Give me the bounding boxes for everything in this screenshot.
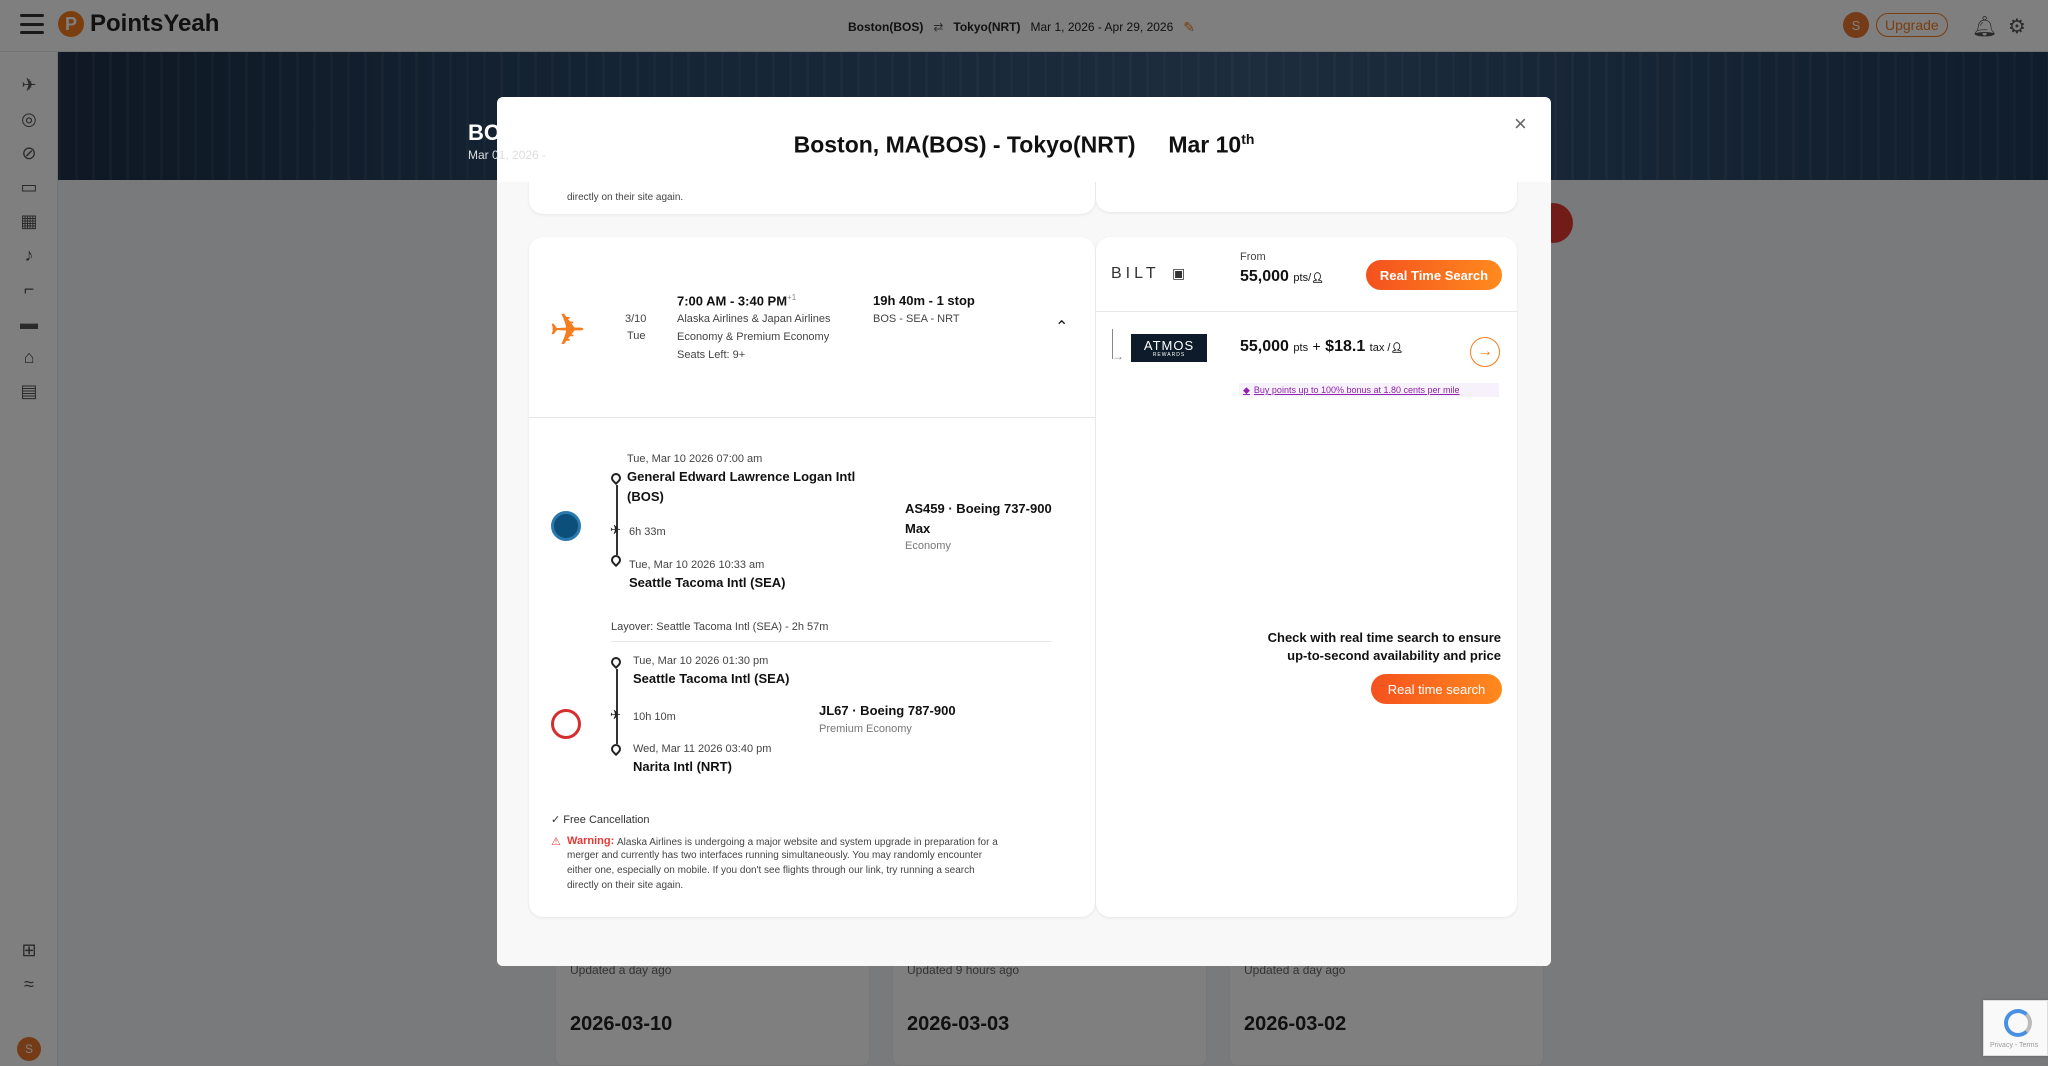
person-icon: 👤︎ (1390, 343, 1404, 354)
layover-divider (611, 641, 1051, 642)
arrival-pin-icon (608, 552, 624, 568)
bilt-points: 55,000 pts/👤︎ (1240, 268, 1324, 286)
flight-cabin: Economy & Premium Economy (677, 331, 830, 343)
flight-airlines: Alaska Airlines & Japan Airlines (677, 313, 831, 325)
segment-1-arr-airport: Seattle Tacoma Intl (SEA) (629, 575, 786, 590)
japan-airlines-logo-icon (551, 709, 581, 739)
bilt-mark-icon: ▣ (1172, 265, 1186, 281)
segment-1-dep-code: (BOS) (627, 489, 664, 504)
airplane-icon: ✈︎ (549, 306, 586, 355)
segment-2-cabin: Premium Economy (819, 723, 912, 735)
flight-duration: 19h 40m - 1 stop (873, 293, 975, 308)
top-fragment: directly on their site again. (567, 192, 684, 203)
bilt-points-unit: pts/ (1293, 272, 1312, 284)
segment-1-aircraft-extra: Max (905, 521, 931, 536)
alaska-airlines-logo-icon (551, 511, 581, 541)
recaptcha-text: Privacy - Terms (1990, 1042, 2039, 1049)
recaptcha-icon (2004, 1009, 2032, 1037)
segment-2-arr-airport: Narita Intl (NRT) (633, 759, 732, 774)
layover-info: Layover: Seattle Tacoma Intl (SEA) - 2h … (611, 621, 829, 633)
segment-plane-icon: ✈︎ (610, 522, 621, 537)
atmos-name: ATMOS (1143, 337, 1195, 353)
previous-flight-card: directly on their site again. (529, 182, 1095, 214)
hero-subtitle: Mar 01, 2026 - (468, 148, 547, 162)
atmos-points-value: 55,000 (1240, 338, 1289, 355)
free-cancellation-text: Free Cancellation (563, 814, 650, 826)
segment-2-flight: JL67 · Boeing 787-900 (819, 703, 956, 718)
arrow-right-icon[interactable]: → (1470, 337, 1500, 367)
modal-date-suffix: th (1241, 131, 1255, 147)
card-divider (529, 417, 1095, 418)
modal-body: directly on their site again. ✈︎ 3/10 Tu… (497, 182, 1551, 966)
atmos-tax-unit: tax / (1369, 342, 1391, 354)
arrival-pin-icon (608, 741, 624, 757)
chevron-up-icon[interactable]: ⌃ (1055, 317, 1068, 337)
free-cancellation: ✓ Free Cancellation (551, 813, 650, 826)
segment-2-dep-time: Tue, Mar 10 2026 01:30 pm (633, 655, 769, 667)
atmos-rewards-logo: ATMOS REWARDS (1131, 334, 1207, 362)
price-divider (1096, 311, 1517, 312)
from-label: From (1240, 251, 1266, 263)
warning-line-4: directly on their site again. (567, 880, 684, 891)
modal-route: Boston, MA(BOS) - Tokyo(NRT) (793, 131, 1136, 158)
modal-title: Boston, MA(BOS) - Tokyo(NRT) Mar 10th (497, 131, 1551, 159)
promo-text: Buy points up to 100% bonus at 1.80 cent… (1253, 385, 1460, 395)
plus-sign: + (1312, 338, 1321, 354)
price-card: BILT ▣ From 55,000 pts/👤︎ Real Time Sear… (1096, 237, 1517, 917)
flight-date: 3/10 (625, 313, 647, 325)
segment-line (616, 485, 618, 555)
segment-1-dep-time: Tue, Mar 10 2026 07:00 am (627, 453, 763, 465)
tag-icon: ◆ (1243, 384, 1250, 395)
segment-1-duration: 6h 33m (629, 526, 666, 538)
recaptcha-badge[interactable]: Privacy - Terms (1983, 1000, 2048, 1056)
atmos-points-unit: pts (1293, 342, 1309, 354)
warning-line-3: either one, especially on mobile. If you… (567, 865, 975, 876)
previous-price-card (1096, 182, 1517, 212)
flight-card: ✈︎ 3/10 Tue 7:00 AM - 3:40 PM+1 Alaska A… (529, 237, 1095, 917)
transfer-arrow-icon: → (1112, 349, 1124, 363)
hero-title: BOS - To (468, 120, 561, 145)
modal-date: Mar 10 (1168, 131, 1242, 158)
real-time-search-button-2[interactable]: Real time search (1371, 674, 1502, 704)
atmos-points: 55,000 pts + $18.1 tax /👤︎ (1240, 338, 1403, 356)
real-time-search-button[interactable]: Real Time Search (1366, 260, 1502, 290)
flight-detail-modal: × Boston, MA(BOS) - Tokyo(NRT) Mar 10th … (497, 97, 1551, 966)
atmos-sub: REWARDS (1152, 351, 1186, 358)
segment-2-arr-time: Wed, Mar 11 2026 03:40 pm (633, 743, 772, 755)
person-icon: 👤︎ (1311, 273, 1324, 284)
bilt-logo: BILT (1111, 265, 1160, 282)
warning-line-1: Alaska Airlines is undergoing a major we… (617, 837, 998, 848)
buy-points-promo-link[interactable]: ◆ Buy points up to 100% bonus at 1.80 cen… (1239, 383, 1499, 397)
segment-1-flight: AS459 · Boeing 737-900 (905, 501, 1052, 516)
atmos-tax-value: $18.1 (1325, 338, 1366, 355)
segment-1-arr-time: Tue, Mar 10 2026 10:33 am (629, 559, 765, 571)
departure-pin-icon (608, 654, 624, 670)
segment-plane-icon: ✈︎ (610, 707, 621, 722)
bilt-points-value: 55,000 (1240, 268, 1289, 285)
segment-2-dep-airport: Seattle Tacoma Intl (SEA) (633, 671, 790, 686)
flight-time-text: 7:00 AM - 3:40 PM (677, 293, 788, 309)
check-icon: ✓ (551, 814, 564, 826)
warning-line-2: merger and currently has two interfaces … (567, 850, 983, 861)
day-offset: +1 (787, 293, 797, 302)
segment-1-cabin: Economy (905, 540, 951, 552)
segment-2-duration: 10h 10m (633, 711, 676, 723)
flight-time: 7:00 AM - 3:40 PM+1 (677, 293, 796, 308)
seats-left: Seats Left: 9+ (677, 349, 746, 361)
flight-weekday: Tue (627, 330, 646, 342)
segment-1-dep-airport: General Edward Lawrence Logan Intl (627, 469, 856, 484)
check-line-2: up-to-second availability and price (1287, 648, 1501, 663)
check-line-1: Check with real time search to ensure (1267, 630, 1501, 645)
departure-pin-icon (608, 470, 624, 486)
flight-route: BOS - SEA - NRT (873, 313, 960, 325)
warning-icon: ⚠ (551, 836, 561, 848)
